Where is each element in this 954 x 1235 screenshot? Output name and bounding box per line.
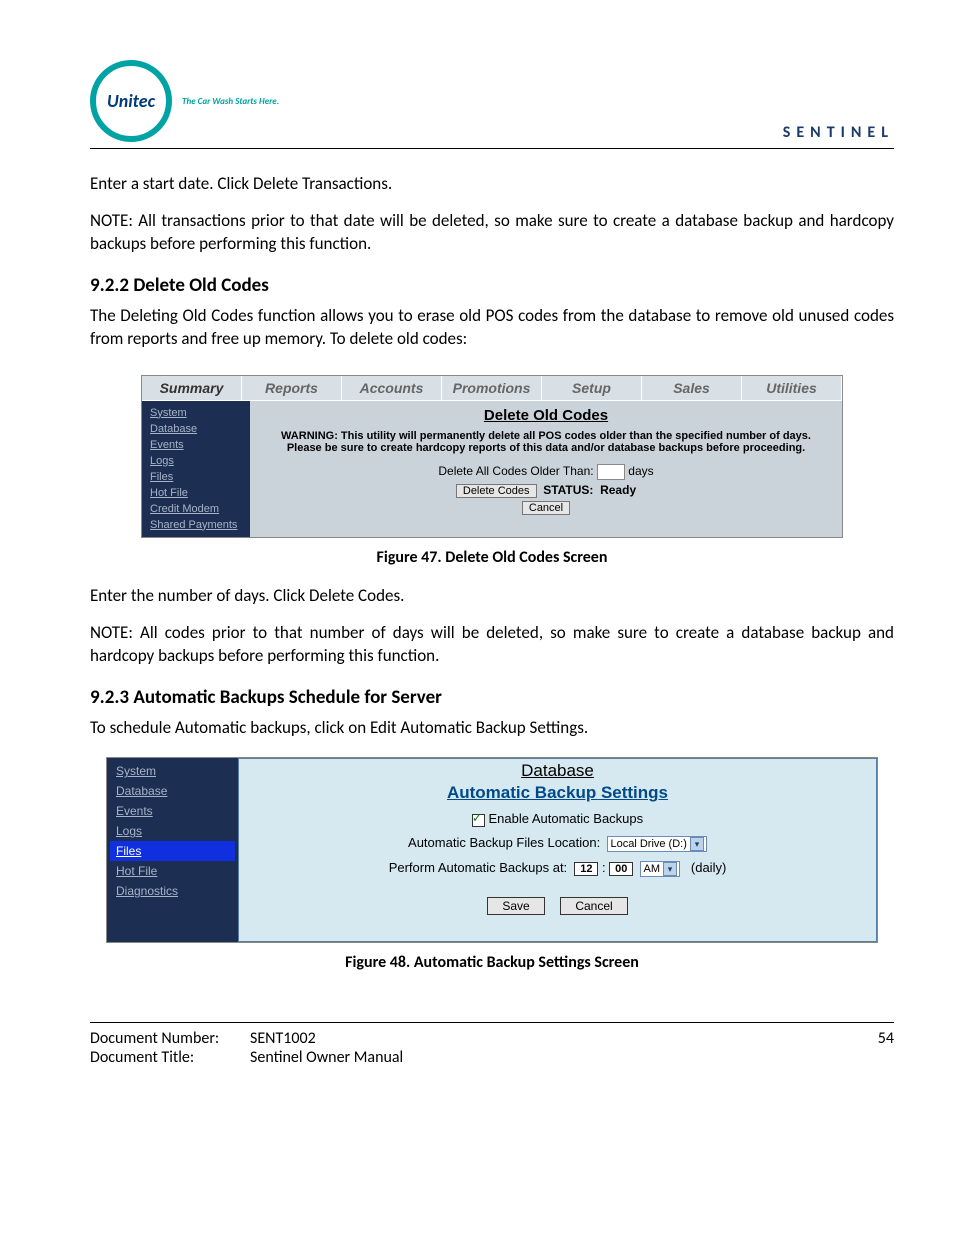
save-button[interactable]: Save	[487, 897, 544, 915]
page-number: 54	[878, 1029, 894, 1067]
sidebar: System Database Events Logs Files Hot Fi…	[107, 758, 238, 941]
page-header: Unitec The Car Wash Starts Here. SENTINE…	[90, 60, 894, 149]
sidebar-item[interactable]: Events	[146, 437, 246, 453]
sidebar-item-selected[interactable]: Files	[110, 841, 235, 861]
top-tabs: Summary Reports Accounts Promotions Setu…	[142, 376, 842, 401]
logo-mark: Unitec	[90, 60, 172, 142]
chevron-down-icon: ▾	[663, 862, 677, 876]
cancel-button[interactable]: Cancel	[560, 897, 627, 915]
location-label: Automatic Backup Files Location:	[408, 835, 600, 850]
time-label: Perform Automatic Backups at:	[389, 860, 567, 875]
sidebar-item[interactable]: System	[146, 405, 246, 421]
doctitle-label: Document Title:	[90, 1048, 250, 1067]
location-value: Local Drive (D:)	[610, 838, 686, 850]
doctitle-value: Sentinel Owner Manual	[250, 1048, 403, 1067]
older-than-label: Delete All Codes Older Than:	[438, 464, 593, 478]
tab-reports[interactable]: Reports	[242, 376, 342, 400]
panel-subheading: Automatic Backup Settings	[249, 783, 866, 803]
sidebar-item[interactable]: System	[110, 761, 235, 781]
intro-paragraph: Enter a start date. Click Delete Transac…	[90, 173, 894, 196]
sidebar: System Database Events Logs Files Hot Fi…	[142, 401, 250, 537]
delete-old-codes-screenshot: Summary Reports Accounts Promotions Setu…	[141, 375, 843, 538]
logo-tagline: The Car Wash Starts Here.	[182, 96, 279, 107]
docnum-label: Document Number:	[90, 1029, 250, 1048]
cancel-button[interactable]: Cancel	[522, 501, 570, 515]
status-label: STATUS:	[543, 483, 593, 497]
tab-accounts[interactable]: Accounts	[342, 376, 442, 400]
sidebar-item[interactable]: Database	[146, 421, 246, 437]
delete-codes-button[interactable]: Delete Codes	[456, 484, 537, 498]
logo: Unitec The Car Wash Starts Here.	[90, 60, 279, 142]
ampm-select[interactable]: AM ▾	[640, 861, 680, 877]
sidebar-item[interactable]: Database	[110, 781, 235, 801]
sidebar-item[interactable]: Hot File	[146, 485, 246, 501]
days-unit: days	[628, 464, 653, 478]
sidebar-item[interactable]: Shared Payments	[146, 517, 246, 533]
section-922-after-note: NOTE: All codes prior to that number of …	[90, 622, 894, 668]
intro-note: NOTE: All transactions prior to that dat…	[90, 210, 894, 256]
figure-48-caption: Figure 48. Automatic Backup Settings Scr…	[90, 953, 894, 972]
tab-summary[interactable]: Summary	[142, 376, 242, 400]
auto-backup-screenshot: System Database Events Logs Files Hot Fi…	[106, 757, 878, 942]
section-922-desc: The Deleting Old Codes function allows y…	[90, 305, 894, 351]
days-input[interactable]	[597, 464, 625, 480]
sidebar-item[interactable]: Events	[110, 801, 235, 821]
sidebar-item[interactable]: Logs	[110, 821, 235, 841]
enable-backups-checkbox[interactable]	[472, 814, 485, 827]
section-922-heading: 9.2.2 Delete Old Codes	[90, 274, 894, 297]
ampm-value: AM	[643, 863, 660, 875]
sidebar-item[interactable]: Files	[146, 469, 246, 485]
chevron-down-icon: ▾	[690, 837, 704, 851]
section-923-desc: To schedule Automatic backups, click on …	[90, 717, 894, 740]
status-value: Ready	[600, 483, 636, 497]
tab-sales[interactable]: Sales	[642, 376, 742, 400]
panel-heading: Database	[249, 761, 866, 781]
sidebar-item[interactable]: Hot File	[110, 861, 235, 881]
tab-utilities[interactable]: Utilities	[742, 376, 842, 400]
section-922-after1: Enter the number of days. Click Delete C…	[90, 585, 894, 608]
sidebar-item[interactable]: Credit Modem	[146, 501, 246, 517]
minute-input[interactable]: 00	[609, 862, 633, 876]
panel-title: Delete Old Codes	[268, 407, 824, 424]
tab-setup[interactable]: Setup	[542, 376, 642, 400]
warning-text: WARNING: This utility will permanently d…	[268, 430, 824, 454]
daily-label: (daily)	[691, 860, 726, 875]
figure-47-caption: Figure 47. Delete Old Codes Screen	[90, 548, 894, 567]
location-select[interactable]: Local Drive (D:) ▾	[607, 836, 706, 852]
sidebar-item[interactable]: Diagnostics	[110, 881, 235, 901]
enable-backups-label: Enable Automatic Backups	[488, 811, 643, 826]
tab-promotions[interactable]: Promotions	[442, 376, 542, 400]
product-name: SENTINEL	[783, 123, 894, 142]
section-923-heading: 9.2.3 Automatic Backups Schedule for Ser…	[90, 686, 894, 709]
page-footer: Document Number: SENT1002 Document Title…	[90, 1022, 894, 1067]
docnum-value: SENT1002	[250, 1029, 316, 1048]
hour-input[interactable]: 12	[574, 862, 598, 876]
sidebar-item[interactable]: Logs	[146, 453, 246, 469]
